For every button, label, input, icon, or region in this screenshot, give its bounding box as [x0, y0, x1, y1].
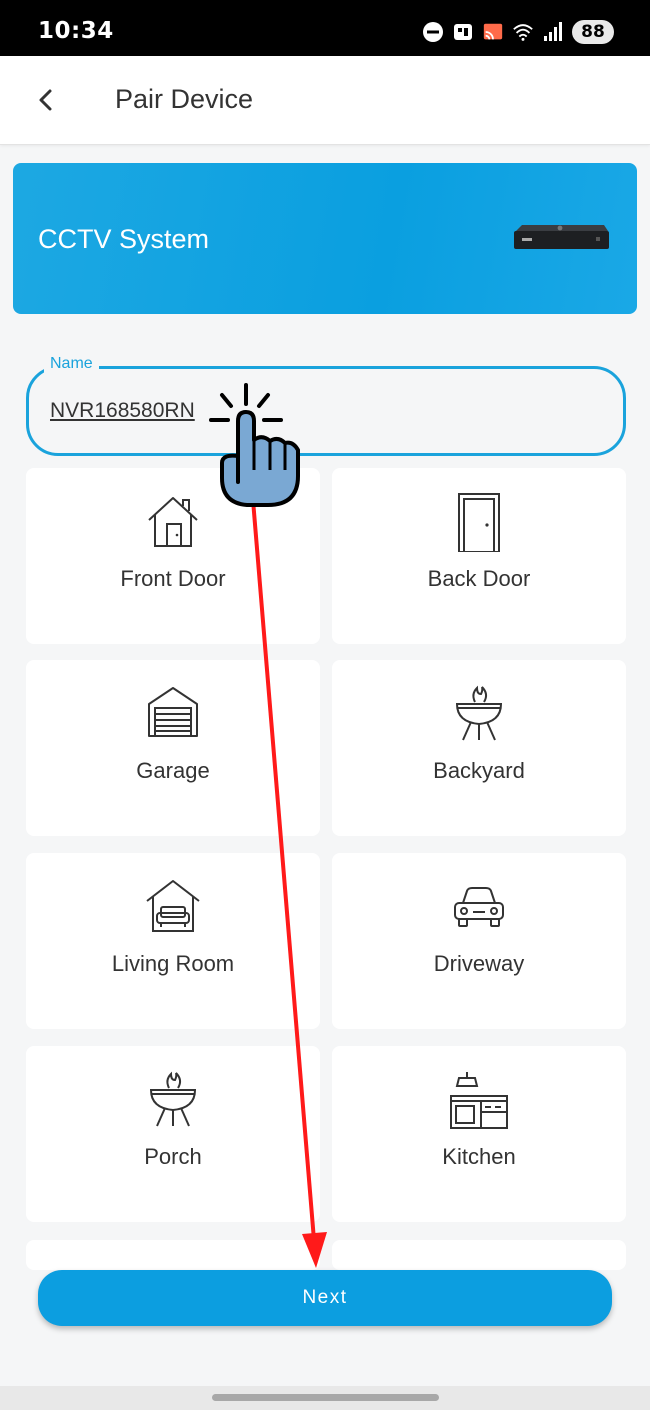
location-label: Porch: [144, 1144, 202, 1169]
location-card-porch[interactable]: Porch: [26, 1046, 320, 1222]
battery-indicator: 88: [572, 20, 614, 44]
app-notification-icon: [454, 24, 472, 40]
location-card-living-room[interactable]: Living Room: [26, 853, 320, 1029]
grill-icon: [149, 1071, 197, 1127]
status-bar: 10:34 88: [0, 0, 650, 56]
page-title: Pair Device: [115, 84, 254, 114]
location-label: Living Room: [111, 951, 235, 976]
device-type-title: CCTV System: [38, 224, 210, 254]
location-card-driveway[interactable]: Driveway: [332, 853, 626, 1029]
status-time: 10:34: [38, 18, 114, 44]
app-bar: Pair Device: [0, 56, 650, 145]
location-label: Front Door: [120, 566, 226, 591]
name-input[interactable]: [50, 396, 590, 426]
door-icon: [458, 493, 500, 552]
location-card-front-door[interactable]: Front Door: [26, 468, 320, 644]
location-card-garage[interactable]: Garage: [26, 660, 320, 836]
location-label: Garage: [136, 758, 210, 783]
status-icons: 88: [422, 18, 614, 46]
device-banner: CCTV System: [13, 163, 637, 314]
home-indicator[interactable]: [212, 1394, 439, 1401]
car-icon: [454, 887, 504, 927]
sofa-house-icon: [146, 880, 200, 932]
next-button[interactable]: Next: [38, 1270, 612, 1326]
location-card-backyard[interactable]: Backyard: [332, 660, 626, 836]
location-label: Back Door: [427, 566, 531, 591]
kitchen-icon: [450, 1072, 508, 1129]
house-icon: [148, 497, 198, 547]
location-label: Kitchen: [442, 1144, 516, 1169]
location-card-kitchen[interactable]: Kitchen: [332, 1046, 626, 1222]
location-card-back-door[interactable]: Back Door: [332, 468, 626, 644]
back-arrow-icon[interactable]: [26, 80, 66, 120]
wifi-icon: [513, 24, 533, 41]
location-label: Driveway: [433, 951, 525, 976]
signal-icon: [544, 22, 562, 41]
do-not-disturb-icon: [423, 22, 443, 42]
grill-icon: [455, 685, 503, 741]
nvr-device-image: [514, 225, 609, 249]
location-card-partial[interactable]: [332, 1240, 626, 1270]
location-card-partial[interactable]: [26, 1240, 320, 1270]
name-field-label: Name: [44, 355, 99, 373]
garage-icon: [148, 687, 198, 737]
location-label: Backyard: [433, 758, 525, 783]
cast-icon: [483, 23, 503, 40]
